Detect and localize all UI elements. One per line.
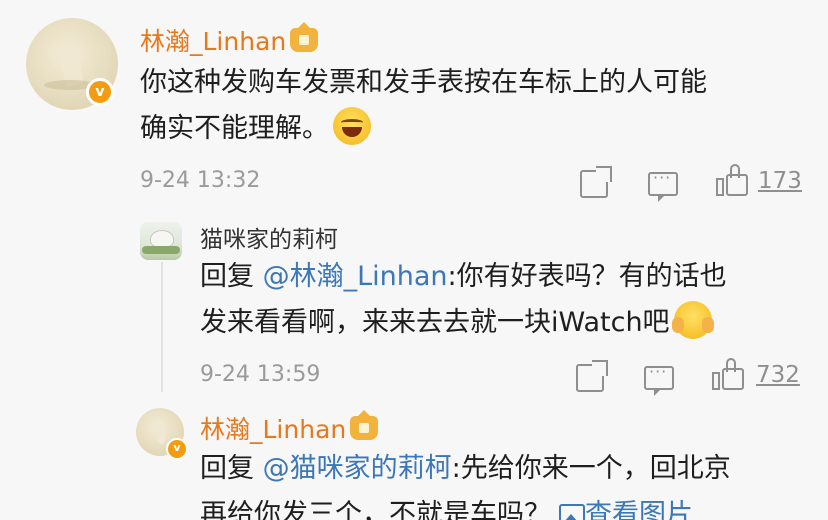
comment-timestamp: 9-24 13:32 [140, 168, 261, 193]
reply-1-text-line2-wrap: 发来看看啊，来来去去就一块iWatch吧 [200, 300, 820, 346]
comment-author-label[interactable]: 林瀚_Linhan [140, 27, 286, 56]
reply-1-timestamp: 9-24 13:59 [200, 362, 321, 387]
reply-2-text-line2-wrap: 再给你发三个，不就是车吗？ 查看图片 [200, 492, 820, 520]
reply-1-text-line1: :你有好表吗？有的话也 [447, 261, 727, 292]
forward-icon[interactable] [580, 166, 612, 198]
comment-text-line2-wrap: 确实不能理解。 [140, 106, 820, 152]
like-icon-cuff [712, 372, 720, 390]
verified-badge: v [86, 78, 114, 106]
verified-badge: v [166, 438, 188, 460]
like-icon-finger [726, 358, 736, 372]
comment-author-name[interactable]: 林瀚_Linhan [140, 22, 319, 58]
reply-2-text: 回复 @猫咪家的莉柯:先给你来一个，回北京 再给你发三个，不就是车吗？ 查看图片 [200, 446, 820, 520]
like-count[interactable]: 732 [756, 362, 800, 388]
like-icon-finger [730, 164, 740, 178]
comment-text-line2: 确实不能理解。 [140, 113, 329, 144]
avatar-reply-1[interactable] [140, 222, 182, 260]
like-count[interactable]: 173 [758, 168, 802, 194]
like-icon-cuff [716, 178, 724, 196]
laugh-emoji [333, 107, 371, 145]
reply-2-mention[interactable]: @猫咪家的莉柯 [263, 453, 452, 484]
reply-1-mention[interactable]: @林瀚_Linhan [263, 261, 448, 292]
reply-1-prefix: 回复 [200, 261, 254, 292]
reply-2-author-name[interactable]: 林瀚_Linhan [200, 410, 379, 446]
view-image-link[interactable]: 查看图片 [585, 499, 693, 520]
reply-1-text: 回复 @林瀚_Linhan:你有好表吗？有的话也 发来看看啊，来来去去就一块iW… [200, 254, 820, 346]
vip-crown-icon [350, 410, 379, 440]
reply-2-author-label[interactable]: 林瀚_Linhan [200, 415, 346, 444]
like-icon[interactable] [716, 164, 750, 196]
reply-1-author-name[interactable]: 猫咪家的莉柯 [200, 220, 338, 254]
comment-text: 你这种发购车发票和发手表按在车标上的人可能 确实不能理解。 [140, 60, 820, 152]
comment-text-line1: 你这种发购车发票和发手表按在车标上的人可能 [140, 67, 707, 98]
comment-icon[interactable] [648, 168, 678, 202]
reply-2-text-line1-wrap: 回复 @猫咪家的莉柯:先给你来一个，回北京 [200, 446, 820, 492]
cover-face-emoji [671, 301, 714, 339]
image-icon[interactable] [559, 504, 585, 520]
thread-line [161, 262, 163, 392]
forward-icon[interactable] [576, 360, 608, 392]
comment-icon[interactable] [644, 362, 674, 396]
reply-1-text-line1-wrap: 回复 @林瀚_Linhan:你有好表吗？有的话也 [200, 254, 820, 300]
reply-2-text-line2: 再给你发三个，不就是车吗？ [200, 499, 551, 520]
reply-2-prefix: 回复 [200, 453, 254, 484]
reply-2-text-line1: :先给你来一个，回北京 [451, 453, 731, 484]
vip-crown-icon [290, 22, 319, 52]
reply-1-text-line2: 发来看看啊，来来去去就一块iWatch吧 [200, 307, 670, 338]
like-icon[interactable] [712, 358, 746, 390]
